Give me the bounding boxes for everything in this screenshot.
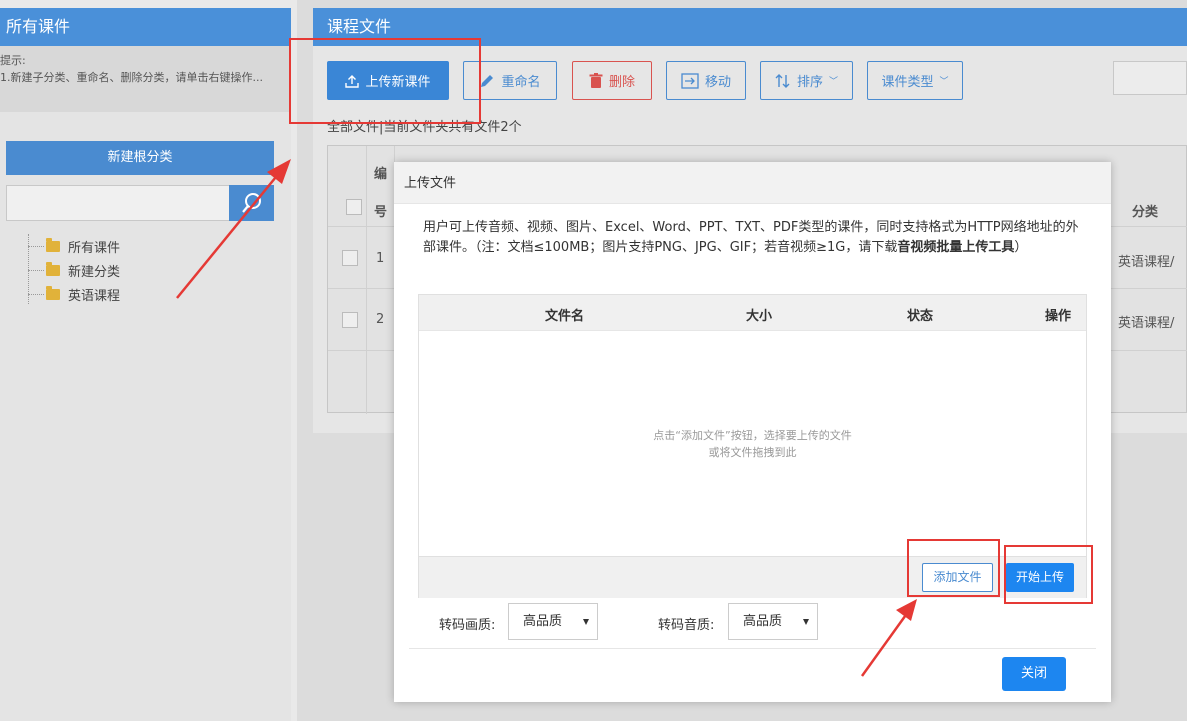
arrow-icon <box>860 599 917 677</box>
annotation-arrows <box>176 159 917 677</box>
arrow-icon <box>176 159 291 299</box>
